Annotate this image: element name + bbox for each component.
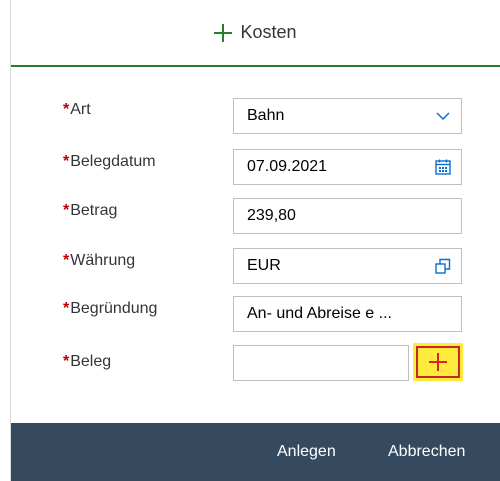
value-help-icon[interactable]	[425, 249, 461, 283]
anlegen-button[interactable]: Anlegen	[277, 443, 336, 461]
kosten-dialog: Kosten *Art Bahn *Belegdatum 07.09.2021	[10, 0, 500, 481]
chevron-down-icon[interactable]	[425, 99, 461, 133]
row-beleg: *Beleg	[11, 343, 500, 381]
dialog-title: Kosten	[214, 22, 297, 43]
waehrung-value: EUR	[247, 257, 281, 274]
add-beleg-button-frame[interactable]	[416, 346, 460, 378]
label-waehrung: *Währung	[63, 252, 136, 269]
betrag-value: 239,80	[247, 207, 296, 224]
begruendung-value: An- und Abreise e ...	[247, 305, 392, 322]
dialog-footer: Anlegen Abbrechen	[11, 423, 500, 481]
beleg-upload-field[interactable]	[233, 345, 409, 381]
abbrechen-button[interactable]: Abbrechen	[388, 443, 465, 461]
label-belegdatum: *Belegdatum	[63, 153, 156, 170]
waehrung-input[interactable]: EUR	[233, 248, 462, 284]
betrag-input[interactable]: 239,80	[233, 198, 462, 234]
belegdatum-value: 07.09.2021	[247, 158, 328, 175]
belegdatum-datepicker[interactable]: 07.09.2021	[233, 149, 462, 185]
art-value: Bahn	[247, 107, 285, 124]
row-belegdatum: *Belegdatum 07.09.2021	[11, 147, 500, 185]
plus-icon	[214, 23, 233, 42]
required-marker: *	[63, 101, 70, 118]
calendar-icon[interactable]	[425, 150, 461, 184]
row-begruendung: *Begründung An- und Abreise e ...	[11, 294, 500, 332]
label-beleg: *Beleg	[63, 353, 112, 370]
row-waehrung: *Währung EUR	[11, 246, 500, 284]
begruendung-input[interactable]: An- und Abreise e ...	[233, 296, 462, 332]
plus-icon	[429, 353, 447, 371]
dialog-title-text: Kosten	[240, 22, 297, 42]
label-betrag: *Betrag	[63, 202, 118, 219]
dialog-header: Kosten	[11, 0, 500, 67]
label-begruendung: *Begründung	[63, 300, 158, 317]
label-art: *Art	[63, 101, 91, 118]
row-betrag: *Betrag 239,80	[11, 196, 500, 234]
row-art: *Art Bahn	[11, 95, 500, 134]
add-beleg-button[interactable]	[413, 343, 463, 381]
art-select[interactable]: Bahn	[233, 98, 462, 134]
